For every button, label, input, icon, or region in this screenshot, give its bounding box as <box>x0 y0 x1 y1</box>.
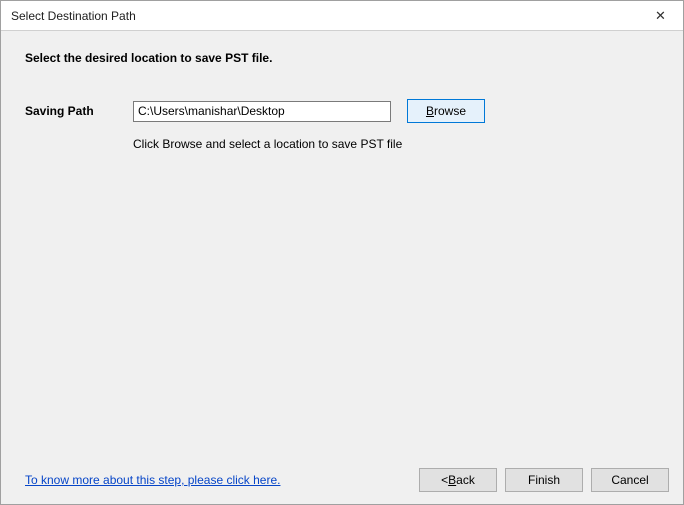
browse-button[interactable]: Browse <box>407 99 485 123</box>
saving-path-input[interactable] <box>133 101 391 122</box>
back-button[interactable]: < Back <box>419 468 497 492</box>
content-area: Select the desired location to save PST … <box>1 31 683 456</box>
back-rest: ack <box>456 473 475 487</box>
saving-path-row: Saving Path Browse <box>25 99 659 123</box>
titlebar: Select Destination Path ✕ <box>1 1 683 31</box>
saving-path-label: Saving Path <box>25 104 133 118</box>
back-mnemonic: B <box>448 473 456 487</box>
back-prefix: < <box>441 473 448 487</box>
help-link[interactable]: To know more about this step, please cli… <box>25 473 280 487</box>
footer: To know more about this step, please cli… <box>1 456 683 504</box>
browse-rest: rowse <box>434 104 466 118</box>
instruction-heading: Select the desired location to save PST … <box>25 51 659 65</box>
cancel-button[interactable]: Cancel <box>591 468 669 492</box>
dialog-window: Select Destination Path ✕ Select the des… <box>0 0 684 505</box>
finish-button[interactable]: Finish <box>505 468 583 492</box>
window-title: Select Destination Path <box>11 9 638 23</box>
close-icon[interactable]: ✕ <box>638 1 683 30</box>
browse-mnemonic: B <box>426 104 434 118</box>
saving-path-hint: Click Browse and select a location to sa… <box>133 137 659 151</box>
